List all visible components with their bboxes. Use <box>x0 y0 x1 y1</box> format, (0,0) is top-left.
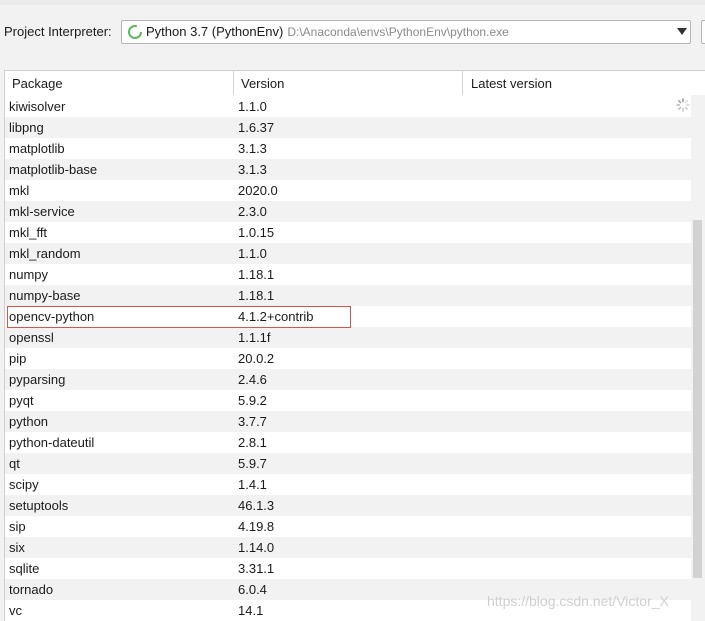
package-name: mkl_random <box>9 246 81 261</box>
package-name: tornado <box>9 582 54 597</box>
package-version: 1.18.1 <box>238 288 275 303</box>
package-version: 5.9.2 <box>238 393 267 408</box>
vertical-scrollbar[interactable] <box>691 95 705 621</box>
table-row[interactable]: python-dateutil 2.8.1 <box>5 432 691 453</box>
package-name: python <box>9 414 49 429</box>
interpreter-path: D:\Anaconda\envs\PythonEnv\python.exe <box>287 25 509 39</box>
package-name: scipy <box>9 477 39 492</box>
python-loading-icon <box>128 25 142 39</box>
package-name: openssl <box>9 330 54 345</box>
package-version: 3.1.3 <box>238 162 267 177</box>
package-version: 1.14.0 <box>238 540 275 555</box>
table-row[interactable]: kiwisolver 1.1.0 <box>5 96 691 117</box>
table-row[interactable]: libpng 1.6.37 <box>5 117 691 138</box>
table-row[interactable]: six 1.14.0 <box>5 537 691 558</box>
package-name: setuptools <box>9 498 69 513</box>
table-row[interactable]: qt 5.9.7 <box>5 453 691 474</box>
table-row[interactable]: opencv-python 4.1.2+contrib <box>5 306 691 327</box>
watermark: https://blog.csdn.net/Victor_X <box>487 593 669 609</box>
table-row[interactable]: python 3.7.7 <box>5 411 691 432</box>
chevron-down-icon[interactable] <box>677 28 687 35</box>
package-version: 2.4.6 <box>238 372 267 387</box>
interpreter-label: Project Interpreter: <box>4 24 112 39</box>
package-name: numpy-base <box>9 288 81 303</box>
table-row[interactable]: mkl-service 2.3.0 <box>5 201 691 222</box>
table-row[interactable]: scipy 1.4.1 <box>5 474 691 495</box>
table-header: Package Version Latest version <box>5 71 691 95</box>
package-name: matplotlib <box>9 141 65 156</box>
scrollbar-thumb[interactable] <box>693 220 702 578</box>
table-row[interactable]: numpy-base 1.18.1 <box>5 285 691 306</box>
packages-table: Package Version Latest version kiwisolve… <box>4 70 705 621</box>
table-body: kiwisolver 1.1.0 libpng 1.6.37 matplotlib 3.1… <box>5 96 691 621</box>
interpreter-settings-button[interactable] <box>701 20 705 44</box>
package-name: pip <box>9 351 27 366</box>
package-version: 2.3.0 <box>238 204 267 219</box>
table-row[interactable]: mkl 2020.0 <box>5 180 691 201</box>
package-version: 3.31.1 <box>238 561 275 576</box>
package-name: mkl-service <box>9 204 75 219</box>
package-version: 6.0.4 <box>238 582 267 597</box>
package-name: pyqt <box>9 393 34 408</box>
table-row[interactable]: sip 4.19.8 <box>5 516 691 537</box>
package-name: vc <box>9 603 22 618</box>
package-version: 46.1.3 <box>238 498 275 513</box>
package-version: 1.1.1f <box>238 330 271 345</box>
interpreter-row: Project Interpreter: Python 3.7 (PythonE… <box>0 18 705 46</box>
package-version: 2020.0 <box>238 183 278 198</box>
column-header-latest-version[interactable]: Latest version <box>463 71 691 95</box>
table-row[interactable]: mkl_fft 1.0.15 <box>5 222 691 243</box>
package-version: 20.0.2 <box>238 351 275 366</box>
window-title-strip <box>0 0 705 5</box>
package-name: sqlite <box>9 561 40 576</box>
table-row[interactable]: matplotlib 3.1.3 <box>5 138 691 159</box>
package-version: 1.4.1 <box>238 477 267 492</box>
table-row[interactable]: mkl_random 1.1.0 <box>5 243 691 264</box>
package-name: python-dateutil <box>9 435 95 450</box>
package-name: sip <box>9 519 26 534</box>
column-header-package[interactable]: Package <box>5 71 234 95</box>
table-row[interactable]: numpy 1.18.1 <box>5 264 691 285</box>
package-name: six <box>9 540 25 555</box>
package-name: numpy <box>9 267 49 282</box>
package-version: 3.1.3 <box>238 141 267 156</box>
column-header-version[interactable]: Version <box>234 71 463 95</box>
package-version: 2.8.1 <box>238 435 267 450</box>
package-name: mkl_fft <box>9 225 48 240</box>
table-row[interactable]: pip 20.0.2 <box>5 348 691 369</box>
package-version: 1.0.15 <box>238 225 275 240</box>
package-version: 14.1 <box>238 603 264 618</box>
package-version: 1.1.0 <box>238 246 267 261</box>
package-name: qt <box>9 456 20 471</box>
package-name: mkl <box>9 183 30 198</box>
package-name: pyparsing <box>9 372 66 387</box>
table-row[interactable]: pyqt 5.9.2 <box>5 390 691 411</box>
package-name: kiwisolver <box>9 99 66 114</box>
package-version: 4.19.8 <box>238 519 275 534</box>
package-version: 4.1.2+contrib <box>238 309 314 324</box>
table-row[interactable]: openssl 1.1.1f <box>5 327 691 348</box>
table-row[interactable]: matplotlib-base 3.1.3 <box>5 159 691 180</box>
package-version: 3.7.7 <box>238 414 267 429</box>
package-version: 5.9.7 <box>238 456 267 471</box>
table-row[interactable]: setuptools 46.1.3 <box>5 495 691 516</box>
interpreter-select[interactable]: Python 3.7 (PythonEnv) D:\Anaconda\envs\P… <box>121 20 691 44</box>
table-row[interactable]: pyparsing 2.4.6 <box>5 369 691 390</box>
package-version: 1.6.37 <box>238 120 275 135</box>
table-row[interactable]: sqlite 3.31.1 <box>5 558 691 579</box>
package-name: opencv-python <box>9 309 95 324</box>
package-version: 1.18.1 <box>238 267 275 282</box>
package-name: matplotlib-base <box>9 162 98 177</box>
package-name: libpng <box>9 120 44 135</box>
interpreter-name: Python 3.7 (PythonEnv) <box>146 24 284 39</box>
package-version: 1.1.0 <box>238 99 267 114</box>
